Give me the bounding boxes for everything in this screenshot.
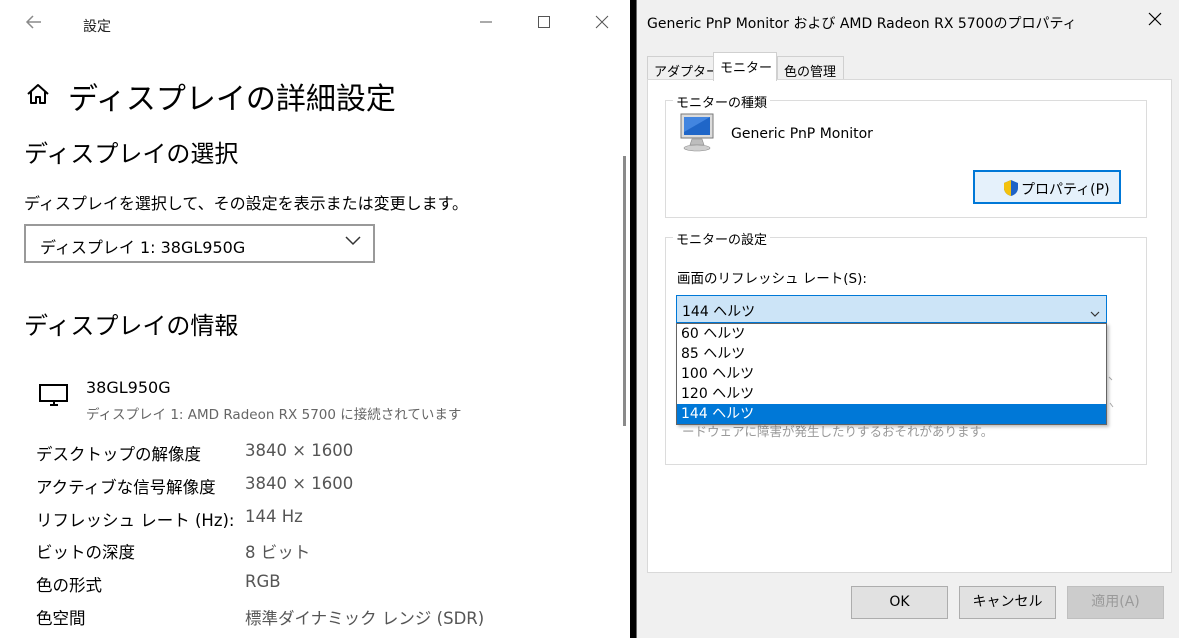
info-row: 色の形式 RGB: [36, 572, 596, 596]
monitor-device-icon: [678, 112, 718, 154]
refresh-option-selected[interactable]: 144 ヘルツ: [677, 404, 1106, 424]
monitor-type-group-label: モニターの種類: [673, 92, 771, 111]
monitor-connection: ディスプレイ 1: AMD Radeon RX 5700 に接続されています: [86, 407, 462, 423]
vertical-scrollbar[interactable]: [623, 156, 626, 426]
info-key: 色空間: [36, 609, 86, 628]
refresh-option[interactable]: 120 ヘルツ: [677, 384, 1106, 404]
display-select-heading: ディスプレイの選択: [24, 140, 239, 168]
cancel-button[interactable]: キャンセル: [959, 586, 1056, 619]
info-value: 標準ダイナミック レンジ (SDR): [245, 609, 485, 628]
info-row: リフレッシュ レート (Hz): 144 Hz: [36, 507, 596, 531]
info-value: 3840 × 1600: [245, 441, 354, 460]
display-info-heading: ディスプレイの情報: [24, 312, 239, 340]
uac-shield-icon: [1002, 179, 1020, 197]
tab-monitor[interactable]: モニター: [713, 52, 777, 81]
settings-window: 設定 ディスプレイの詳細設定 ディスプレイの選択 ディスプレイを選択して、その設…: [0, 0, 630, 638]
apply-button[interactable]: 適用(A): [1067, 586, 1164, 619]
chevron-down-icon: [345, 232, 361, 248]
refresh-rate-label: 画面のリフレッシュ レート(S):: [677, 271, 867, 287]
info-value: RGB: [245, 572, 281, 591]
page-title: ディスプレイの詳細設定: [68, 82, 396, 117]
back-arrow-icon[interactable]: [24, 12, 48, 36]
settings-titlebar: 設定: [0, 0, 630, 48]
info-row: ビットの深度 8 ビット: [36, 539, 596, 563]
maximize-icon[interactable]: [532, 12, 556, 36]
close-icon[interactable]: [1144, 10, 1166, 32]
monitor-tab-panel: モニターの種類 Generic PnP Monitor プロパティ(P) モニタ…: [647, 79, 1172, 573]
refresh-option[interactable]: 100 ヘルツ: [677, 364, 1106, 384]
display-select-description: ディスプレイを選択して、その設定を表示または変更します。: [24, 194, 469, 213]
monitor-properties-dialog: Generic PnP Monitor および AMD Radeon RX 57…: [636, 0, 1179, 638]
info-key: リフレッシュ レート (Hz):: [36, 511, 235, 530]
properties-button[interactable]: プロパティ(P): [973, 170, 1121, 204]
ok-button[interactable]: OK: [851, 586, 948, 619]
display-select-combobox[interactable]: ディスプレイ 1: 38GL950G: [24, 224, 375, 263]
info-key: アクティブな信号解像度: [36, 478, 216, 497]
refresh-rate-options-list: 60 ヘルツ 85 ヘルツ 100 ヘルツ 120 ヘルツ 144 ヘルツ: [676, 323, 1107, 425]
info-key: デスクトップの解像度: [36, 445, 201, 464]
minimize-icon[interactable]: [474, 12, 498, 36]
refresh-rate-value: 144 ヘルツ: [682, 304, 756, 320]
monitor-settings-group-label: モニターの設定: [673, 229, 771, 248]
properties-button-label: プロパティ(P): [1021, 182, 1110, 198]
tab-adapter[interactable]: アダプター: [647, 56, 719, 80]
window-title: 設定: [83, 19, 111, 35]
dialog-title: Generic PnP Monitor および AMD Radeon RX 57…: [647, 16, 1077, 32]
refresh-rate-dropdown[interactable]: 144 ヘルツ: [676, 295, 1107, 323]
refresh-option[interactable]: 60 ヘルツ: [677, 324, 1106, 344]
obscured-text-edge: [1107, 373, 1115, 416]
close-icon[interactable]: [590, 12, 614, 36]
info-value: 8 ビット: [245, 543, 311, 562]
monitor-type-name: Generic PnP Monitor: [731, 126, 873, 142]
refresh-option[interactable]: 85 ヘルツ: [677, 344, 1106, 364]
info-row: デスクトップの解像度 3840 × 1600: [36, 441, 596, 465]
info-key: 色の形式: [36, 576, 102, 595]
info-value: 3840 × 1600: [245, 474, 354, 493]
home-icon: [24, 80, 52, 108]
info-row: アクティブな信号解像度 3840 × 1600: [36, 474, 596, 498]
tab-color-management[interactable]: 色の管理: [777, 56, 844, 80]
info-key: ビットの深度: [36, 543, 135, 562]
chevron-down-icon: [1090, 304, 1100, 317]
info-row: 色空間 標準ダイナミック レンジ (SDR): [36, 605, 596, 629]
info-value: 144 Hz: [245, 507, 303, 526]
monitor-name: 38GL950G: [86, 378, 171, 397]
monitor-icon: [38, 383, 70, 407]
display-select-value: ディスプレイ 1: 38GL950G: [40, 238, 246, 257]
